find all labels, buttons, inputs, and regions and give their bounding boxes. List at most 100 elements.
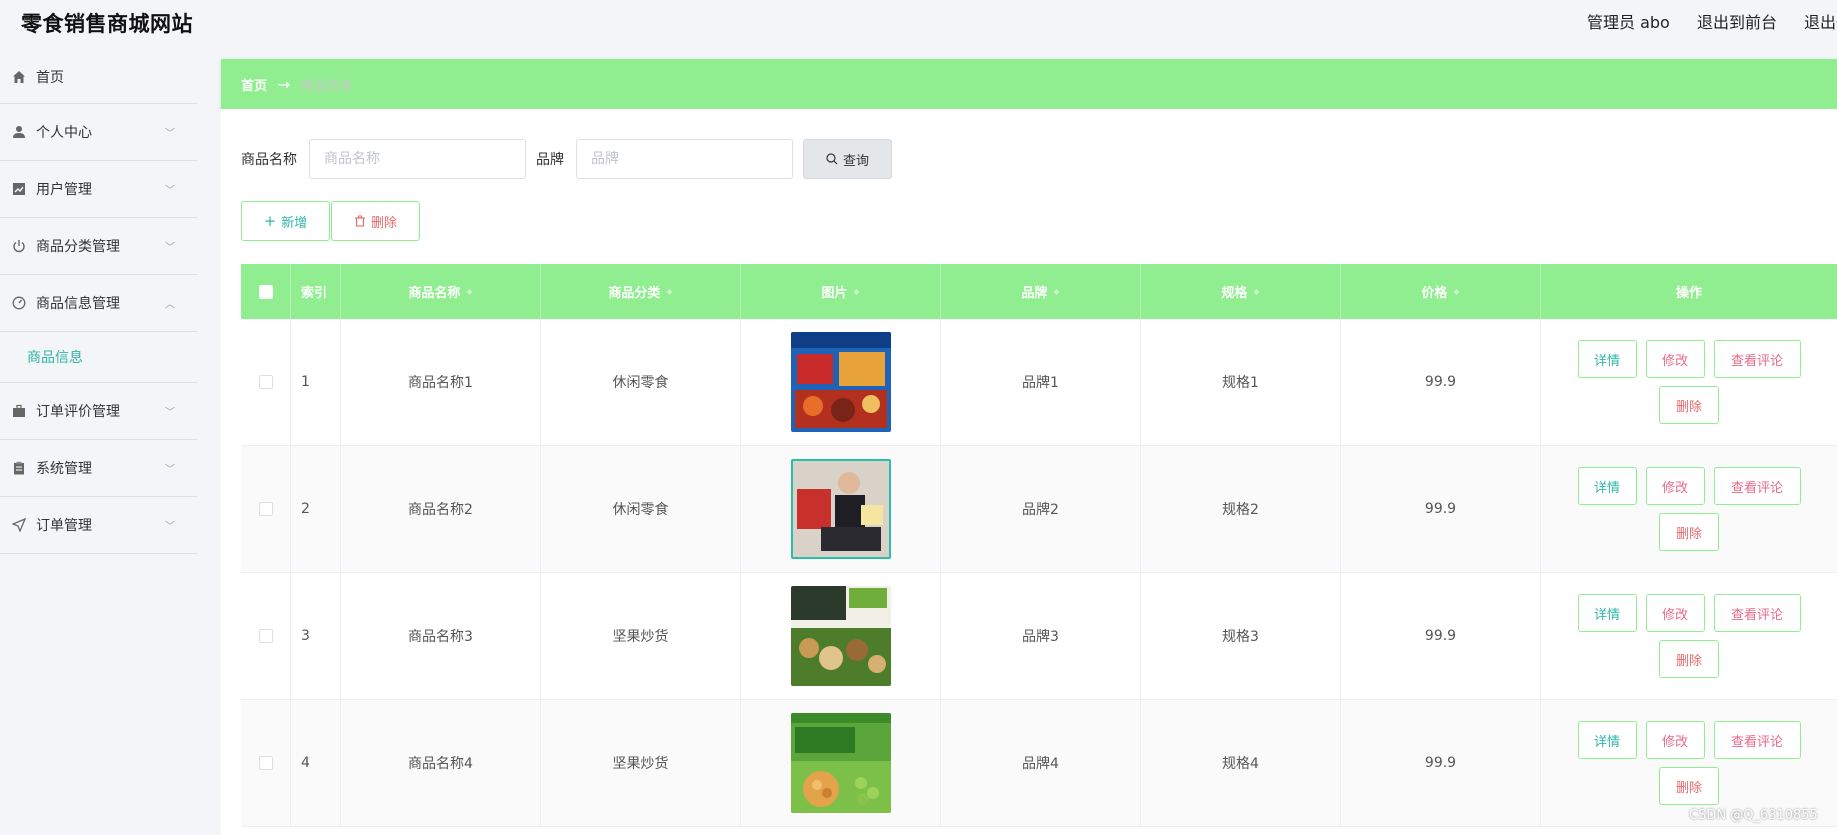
cell-category: 休闲零食 xyxy=(541,446,741,572)
header-label: 价格 xyxy=(1421,286,1448,301)
sidebar-item-profile[interactable]: 个人中心 ﹀ xyxy=(0,104,197,161)
sidebar-item-orders[interactable]: 订单管理 ﹀ xyxy=(0,497,197,554)
sort-icon: ◆ xyxy=(1453,287,1460,296)
sort-icon: ◆ xyxy=(1053,287,1060,296)
cell-image xyxy=(741,446,941,572)
brand-search-input[interactable] xyxy=(576,139,793,179)
product-table: 索引 商品名称 ◆ 商品分类 ◆ 图片 ◆ 品牌 ◆ 规格 ◆ 价格 ◆ 操作 1 商品名称… xyxy=(241,264,1837,827)
select-all-checkbox[interactable] xyxy=(258,284,273,299)
product-image[interactable] xyxy=(790,332,891,432)
sidebar-item-home[interactable]: 首页 xyxy=(0,50,197,104)
sidebar-item-label: 商品信息管理 xyxy=(36,296,120,312)
sidebar-item-label: 订单评价管理 xyxy=(36,404,120,420)
delete-button[interactable]: 删除 xyxy=(1659,513,1719,551)
detail-button[interactable]: 详情 xyxy=(1577,340,1637,378)
name-search-input[interactable] xyxy=(309,139,526,179)
site-title: 零食销售商城网站 xyxy=(21,12,193,36)
header-image[interactable]: 图片 ◆ xyxy=(741,264,941,319)
search-icon xyxy=(826,153,838,165)
cell-price: 99.9 xyxy=(1341,319,1541,445)
sidebar-item-category[interactable]: 商品分类管理 ﹀ xyxy=(0,218,197,275)
row-checkbox-cell xyxy=(241,319,291,445)
admin-label: 管理员 abo xyxy=(1587,13,1670,32)
view-review-button[interactable]: 查看评论 xyxy=(1713,467,1801,505)
query-button[interactable]: 查询 xyxy=(803,139,892,179)
delete-button[interactable]: 删除 xyxy=(1659,386,1719,424)
header-index: 索引 xyxy=(291,264,341,319)
sidebar-item-label: 商品分类管理 xyxy=(36,239,120,255)
chevron-down-icon: ﹀ xyxy=(165,242,175,254)
cell-brand: 品牌4 xyxy=(941,700,1141,826)
sidebar-item-system[interactable]: 系统管理 ﹀ xyxy=(0,440,197,497)
clipboard-icon xyxy=(12,461,26,475)
edit-button[interactable]: 修改 xyxy=(1645,721,1705,759)
row-checkbox[interactable] xyxy=(258,629,273,643)
cell-price: 99.9 xyxy=(1341,446,1541,572)
detail-button[interactable]: 详情 xyxy=(1577,594,1637,632)
cell-spec: 规格2 xyxy=(1141,446,1341,572)
delete-button[interactable]: 删除 xyxy=(1659,767,1719,805)
sidebar-item-order-review[interactable]: 订单评价管理 ﹀ xyxy=(0,383,197,440)
detail-button[interactable]: 详情 xyxy=(1577,721,1637,759)
briefcase-icon xyxy=(12,404,26,418)
header-label: 图片 xyxy=(821,286,848,301)
view-review-button[interactable]: 查看评论 xyxy=(1713,594,1801,632)
sidebar-item-label: 首页 xyxy=(36,69,64,86)
breadcrumb-home[interactable]: 首页 xyxy=(241,75,267,94)
row-checkbox[interactable] xyxy=(258,375,273,389)
sort-icon: ◆ xyxy=(466,287,473,296)
header-label: 商品名称 xyxy=(408,286,461,301)
edit-button[interactable]: 修改 xyxy=(1645,467,1705,505)
edit-button[interactable]: 修改 xyxy=(1645,594,1705,632)
header-price[interactable]: 价格 ◆ xyxy=(1341,264,1541,319)
row-checkbox[interactable] xyxy=(258,502,273,516)
delete-button[interactable]: 删除 xyxy=(1659,640,1719,678)
product-image[interactable] xyxy=(790,459,891,559)
cell-price: 99.9 xyxy=(1341,573,1541,699)
header-name[interactable]: 商品名称 ◆ xyxy=(341,264,541,319)
sidebar: 首页 个人中心 ﹀ 用户管理 ﹀ 商品分类管理 ﹀ 商品信息管理 ︿ 商品信息 … xyxy=(0,50,197,554)
plus-icon: + xyxy=(263,212,277,230)
sidebar-subitem-product-info[interactable]: 商品信息 xyxy=(0,332,197,383)
cell-index: 2 xyxy=(291,446,341,572)
view-review-button[interactable]: 查看评论 xyxy=(1713,340,1801,378)
sidebar-item-label: 系统管理 xyxy=(36,461,92,477)
header-label: 品牌 xyxy=(1021,286,1048,301)
table-row: 1 商品名称1 休闲零食 品牌1 规格1 99.9 详情 修改 查看评论 删除 xyxy=(241,319,1837,446)
header-ops: 操作 xyxy=(1541,264,1837,319)
exit-front-link[interactable]: 退出到前台 xyxy=(1697,13,1777,32)
edit-button[interactable]: 修改 xyxy=(1645,340,1705,378)
row-checkbox-cell xyxy=(241,573,291,699)
add-button[interactable]: + 新增 xyxy=(241,201,330,241)
home-icon xyxy=(12,70,26,84)
watermark: CSDN @Q_6310855 xyxy=(1689,808,1818,823)
product-image[interactable] xyxy=(790,713,891,813)
row-checkbox[interactable] xyxy=(258,756,273,770)
view-review-button[interactable]: 查看评论 xyxy=(1713,721,1801,759)
header-label: 规格 xyxy=(1221,286,1248,301)
detail-button[interactable]: 详情 xyxy=(1577,467,1637,505)
sidebar-item-users[interactable]: 用户管理 ﹀ xyxy=(0,161,197,218)
header-spec[interactable]: 规格 ◆ xyxy=(1141,264,1341,319)
table-row: 2 商品名称2 休闲零食 品牌2 规格2 99.9 详情 修改 查看评论 删除 xyxy=(241,446,1837,573)
cell-name: 商品名称1 xyxy=(341,319,541,445)
trash-icon xyxy=(354,215,366,227)
header-category[interactable]: 商品分类 ◆ xyxy=(541,264,741,319)
logout-link[interactable]: 退出登录 xyxy=(1804,13,1837,32)
header-brand[interactable]: 品牌 ◆ xyxy=(941,264,1141,319)
sidebar-item-label: 个人中心 xyxy=(36,125,92,141)
batch-delete-button[interactable]: 删除 xyxy=(331,201,420,241)
table-row: 4 商品名称4 坚果炒货 品牌4 规格4 99.9 详情 修改 查看评论 删除 xyxy=(241,700,1837,827)
cell-spec: 规格1 xyxy=(1141,319,1341,445)
sidebar-item-product-info[interactable]: 商品信息管理 ︿ xyxy=(0,275,197,332)
chevron-down-icon: ﹀ xyxy=(165,464,175,476)
gauge-icon xyxy=(12,296,26,310)
product-image[interactable] xyxy=(790,586,891,686)
sidebar-item-label: 用户管理 xyxy=(36,182,92,198)
chevron-down-icon: ﹀ xyxy=(165,185,175,197)
cell-brand: 品牌2 xyxy=(941,446,1141,572)
sidebar-item-label: 订单管理 xyxy=(36,518,92,534)
row-checkbox-cell xyxy=(241,446,291,572)
chart-icon xyxy=(12,182,26,196)
breadcrumb-current: 商品信息 xyxy=(300,78,353,94)
